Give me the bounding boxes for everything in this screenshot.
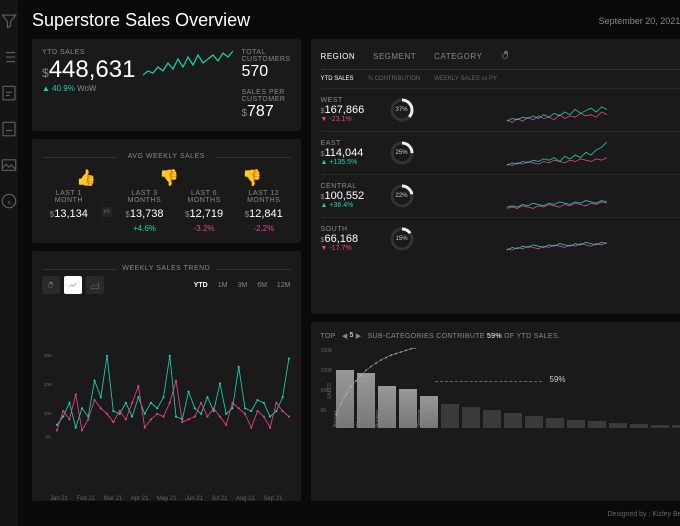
pareto-chart[interactable]: PhonesChairsBindersAccessoriesStorage59%… [336, 348, 680, 428]
period-option[interactable]: 1M [218, 282, 228, 289]
region-card: REGION SEGMENT CATEGORY YTD SALES % CONTRIB… [311, 39, 680, 314]
prev-arrow-icon[interactable]: ◀ [342, 332, 348, 340]
ytd-sales-value: $448,631 [42, 56, 135, 84]
footer-credit: Designed by : Kizley Benedict [32, 511, 680, 518]
thumb-down-icon: 👎 [242, 168, 256, 182]
thumb-up-icon: 👍 [76, 168, 90, 182]
weekly-trend-header: WEEKLY SALES TREND [42, 265, 291, 272]
ytd-sales-label: YTD SALES [42, 49, 135, 56]
image-icon[interactable] [0, 156, 18, 174]
region-sparkline [423, 181, 680, 211]
avg-weekly-header: AVG WEEKLY SALES [42, 153, 291, 160]
region-row: WEST $167,866 ▼ -23.1% 37% [321, 88, 680, 131]
date-display[interactable]: September 20, 2021 [599, 14, 680, 28]
trend-period: LAST 6 MONTHS$12,719-3.2% [177, 190, 231, 233]
period-toggle: YTD 1M 3M 6M 12M [194, 282, 291, 289]
svg-text:30K: 30K [44, 353, 54, 359]
tab-region[interactable]: REGION [321, 52, 356, 61]
trend-period: LAST 1 MONTH$13,134 [42, 190, 96, 233]
pareto-bar [462, 407, 480, 428]
hand-tool-button[interactable] [42, 276, 60, 294]
list-icon[interactable] [0, 48, 18, 66]
pareto-bar [567, 420, 585, 428]
line-chart-button[interactable] [64, 276, 82, 294]
pareto-bar [483, 410, 501, 428]
pareto-bar [441, 404, 459, 428]
subtab[interactable]: % CONTRIBUTION [368, 76, 421, 82]
tabs: REGION SEGMENT CATEGORY [321, 49, 680, 70]
period-option[interactable]: YTD [194, 282, 208, 289]
pareto-bar [588, 421, 606, 427]
kpi-card: YTD SALES $448,631 ▲ 40.9% WoW TOTAL CUS… [32, 39, 301, 131]
pareto-bar: Storage [420, 396, 438, 428]
header: Superstore Sales Overview September 20, … [32, 10, 680, 31]
pareto-bar: Chairs [357, 373, 375, 427]
pareto-bar [672, 425, 680, 427]
donut-chart: 22% [389, 183, 415, 209]
donut-chart: 37% [389, 97, 415, 123]
next-arrow-icon[interactable]: ▶ [356, 332, 362, 340]
date-text: September 20, 2021 [599, 16, 680, 26]
filter-icon[interactable] [0, 12, 18, 30]
pareto-bar [630, 424, 648, 428]
donut-chart: 15% [389, 226, 415, 252]
hand-icon[interactable] [500, 49, 512, 63]
region-row: SOUTH $66,168 ▼ -17.7% 15% [321, 217, 680, 260]
pareto-bar: Phones [336, 370, 354, 428]
region-row: CENTRAL $100,552 ▲ +36.4% 22% [321, 174, 680, 217]
region-row: EAST $114,044 ▲ +135.5% 25% [321, 131, 680, 174]
pareto-bar [651, 425, 669, 428]
pareto-card: TOP ◀ 5 ▶ SUB-CATEGORIES CONTRIBUTE 59% … [311, 322, 680, 501]
total-customers-label: TOTAL CUSTOMERS [241, 49, 290, 63]
donut-chart: 25% [389, 140, 415, 166]
region-sparkline [423, 95, 680, 125]
svg-text:10K: 10K [44, 411, 54, 417]
svg-text:20K: 20K [44, 382, 54, 388]
tab-segment[interactable]: SEGMENT [373, 52, 416, 61]
weekly-trend-card: WEEKLY SALES TREND YTD 1M 3M 6M 12M 30K 20K … [32, 251, 301, 501]
info-icon[interactable] [0, 192, 18, 210]
period-option[interactable]: 3M [237, 282, 247, 289]
ytd-change: ▲ 40.9% WoW [42, 84, 135, 93]
period-option[interactable]: 6M [257, 282, 267, 289]
svg-text:0K: 0K [45, 434, 52, 440]
thumb-down-icon: 👎 [159, 168, 173, 182]
sidebar [0, 0, 18, 526]
total-customers-value: 570 [241, 63, 290, 81]
tab-category[interactable]: CATEGORY [434, 52, 482, 61]
pareto-bar [525, 416, 543, 428]
area-chart-button[interactable] [86, 276, 104, 294]
pareto-title: TOP ◀ 5 ▶ SUB-CATEGORIES CONTRIBUTE 59% … [321, 332, 680, 340]
pareto-bar [504, 413, 522, 427]
pareto-bar: Accessories [399, 389, 417, 427]
spc-value: $787 [241, 103, 290, 121]
main: Superstore Sales Overview September 20, … [18, 0, 680, 526]
page-title: Superstore Sales Overview [32, 10, 250, 31]
spc-label: SALES PER CUSTOMER [241, 89, 290, 103]
pareto-bar [546, 418, 564, 428]
subtabs: YTD SALES % CONTRIBUTION WEEKLY SALES vs P… [321, 76, 680, 82]
region-sparkline [423, 138, 680, 168]
subtab[interactable]: YTD SALES [321, 76, 354, 82]
ytd-sparkline [143, 49, 233, 81]
pdf-icon[interactable] [0, 84, 18, 102]
avg-weekly-card: AVG WEEKLY SALES 👍 👎 👎 LAST 1 MONTH$13,1… [32, 139, 301, 243]
region-sparkline [423, 224, 680, 254]
weekly-trend-chart[interactable]: 30K 20K 10K 0K Jan 21Feb 21Mar 21Apr 21M… [42, 298, 291, 491]
trend-period: LAST 12 MONTHS$12,841-2.2% [237, 190, 291, 233]
ppt-icon[interactable] [0, 120, 18, 138]
trend-period: LAST 3 MONTHS$13,738+4.6% [118, 190, 172, 233]
subtab[interactable]: WEEKLY SALES vs PY [434, 76, 497, 82]
period-option[interactable]: 12M [277, 282, 291, 289]
pareto-bar [609, 423, 627, 428]
